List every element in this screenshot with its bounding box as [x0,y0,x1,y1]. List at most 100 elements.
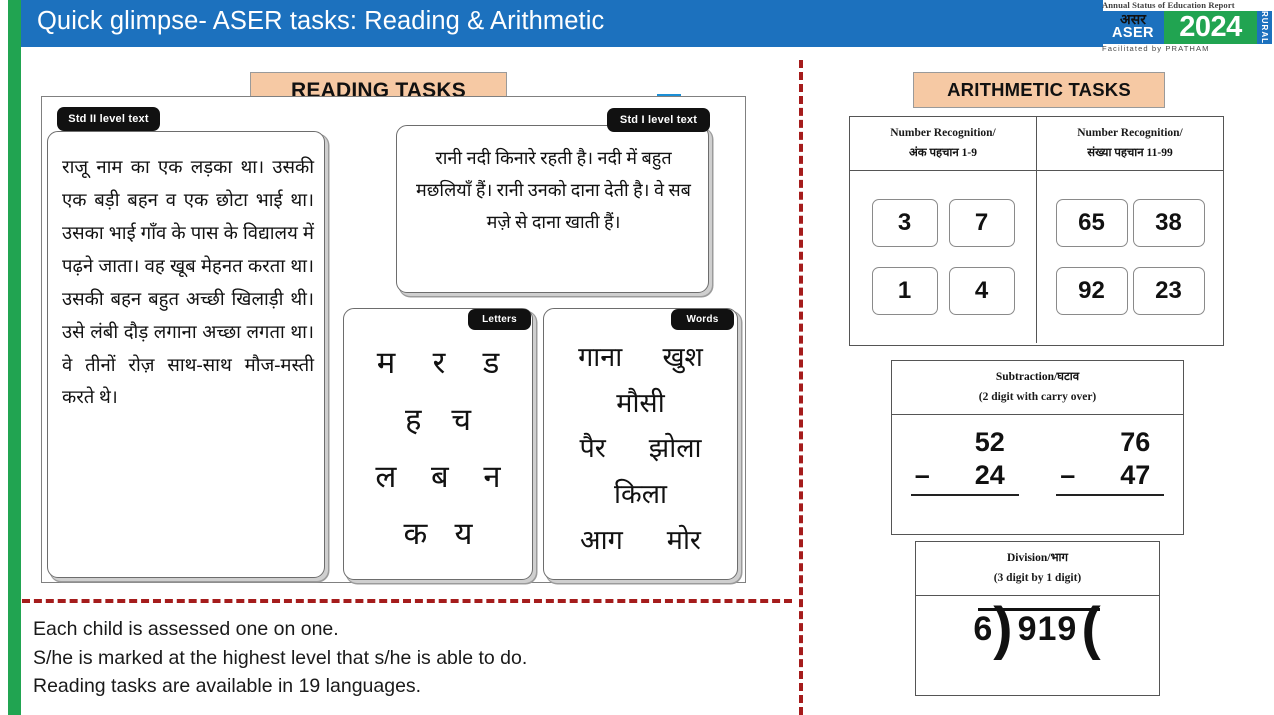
note-line: S/he is marked at the highest level that… [33,646,528,669]
std1-level-tag: Std I level text [607,108,710,132]
minus-operator-icon: – [1060,460,1076,491]
letters-card[interactable]: मरड हच लबन कय [343,308,533,580]
numrec-right-header: Number Recognition/ संख्या पहचान 11-99 [1036,117,1223,171]
letters-tag: Letters [468,309,531,330]
std2-passage: राजू नाम का एक लड़का था। उसकी एक बड़ी बह… [62,158,314,409]
glyph-cell[interactable]: आग [580,520,623,557]
numrec-right-cells: 65 38 92 23 [1036,171,1223,344]
glyph-cell[interactable]: मौसी [616,383,664,420]
glyph-row: आग मोर [544,520,737,557]
glyph-cell[interactable]: क [404,512,428,554]
division-dividend: 919 [1017,610,1078,649]
subtraction-problem[interactable]: 52 – 24 [910,427,1019,497]
glyph-cell[interactable]: र [433,341,446,383]
glyph-cell[interactable]: खुश [662,337,702,374]
glyph-cell[interactable]: न [483,455,500,497]
std2-level-tag: Std II level text [57,107,160,131]
glyph-cell[interactable]: पैर [579,428,605,465]
number-card[interactable]: 65 [1055,199,1128,248]
slide-canvas: Quick glimpse- ASER tasks: Reading & Ari… [0,0,1274,715]
numrec-left-header: Number Recognition/ अंक पहचान 1-9 [850,117,1036,170]
glyph-cell[interactable]: ड [483,341,500,383]
glyph-row: पैर झोला [544,428,737,465]
division-table: Division/भाग (3 digit by 1 digit) 6 ) 91… [915,541,1160,696]
glyph-row: कय [344,512,532,554]
number-recognition-body: 3714 65 38 92 23 [850,171,1223,344]
glyph-cell[interactable]: च [451,398,471,440]
words-grid: गाना खुश मौसी पैर झोला किला आग मोर [544,333,737,561]
letters-grid: मरड हच लबन कय [344,333,532,561]
division-header-line2: (3 digit by 1 digit) [993,572,1082,585]
number-card[interactable]: 7 [948,199,1015,248]
aser-logo: Annual Status of Education Report असर AS… [1100,0,1272,54]
division-header-row: Division/भाग (3 digit by 1 digit) [916,542,1159,597]
division-problem: 6 ) 919 ( [916,596,1159,688]
page-title: Quick glimpse- ASER tasks: Reading & Ari… [37,7,605,35]
division-expression: 6 ) 919 ( [916,596,1159,662]
subtraction-problems: 52 – 24 76 – 47 [892,415,1183,497]
glyph-row: गाना खुश [544,337,737,374]
numrec-left-cells: 3714 [850,171,1036,343]
logo-wordmark: असर ASER 2024 RURAL [1102,11,1272,44]
vertical-dashed-divider [799,60,803,715]
glyph-cell[interactable]: य [454,512,472,554]
division-divisor: 6 [973,610,994,649]
logo-name-block: असर ASER [1102,11,1164,44]
numrec-left-header-en: Number Recognition/ [890,127,996,139]
logo-aser-text: ASER [1112,25,1154,42]
number-card[interactable]: 4 [948,267,1015,316]
note-line: Reading tasks are available in 19 langua… [33,675,422,698]
std1-text-card[interactable]: रानी नदी किनारे रहती है। नदी में बहुत मछ… [396,125,709,293]
number-card[interactable]: 3 [871,199,938,248]
logo-year: 2024 [1164,11,1257,44]
glyph-row: हच [344,398,532,440]
std2-text-card[interactable]: राजू नाम का एक लड़का था। उसकी एक बड़ी बह… [47,131,325,578]
minuend: 76 [1120,427,1151,458]
division-header: Division/भाग (3 digit by 1 digit) [916,542,1159,595]
division-right-paren-icon: ( [1081,596,1102,662]
arithmetic-tasks-banner: ARITHMETIC TASKS [913,72,1165,108]
logo-rural-text: RURAL [1260,11,1269,44]
subtrahend-row: – 47 [1056,458,1165,497]
minuend: 52 [974,427,1005,458]
number-card[interactable]: 92 [1055,267,1128,316]
subtraction-table: Subtraction/घटाव (2 digit with carry ove… [891,360,1184,535]
horizontal-dashed-divider [22,599,792,603]
glyph-cell[interactable]: ल [375,455,396,497]
glyph-cell[interactable]: झोला [649,428,702,465]
logo-tagline: Annual Status of Education Report [1102,0,1235,10]
number-recognition-header-row: Number Recognition/ अंक पहचान 1-9 Number… [850,117,1223,172]
glyph-cell[interactable]: ब [431,455,449,497]
glyph-cell[interactable]: ह [405,398,421,440]
division-header-line1: Division/भाग [1007,552,1068,564]
number-card[interactable]: 1 [871,267,938,316]
glyph-row: मौसी [544,383,737,420]
numrec-right-header-hi: संख्या पहचान 11-99 [1087,147,1173,160]
glyph-row: मरड [344,341,532,383]
glyph-cell[interactable]: गाना [578,337,622,374]
glyph-cell[interactable]: म [377,341,396,383]
subtrahend: 47 [1120,460,1151,491]
words-card[interactable]: गाना खुश मौसी पैर झोला किला आग मोर [543,308,738,580]
numrec-row: 92 23 [1053,267,1207,316]
number-recognition-table: Number Recognition/ अंक पहचान 1-9 Number… [849,116,1224,346]
subtrahend-row: – 24 [910,458,1019,497]
logo-rural-tab: RURAL [1257,11,1272,44]
numrec-row: 37 [866,199,1020,248]
words-tag: Words [671,309,734,330]
subtraction-header-line1: Subtraction/घटाव [995,371,1080,383]
subtrahend: 24 [974,460,1005,491]
number-card[interactable]: 23 [1132,267,1205,316]
numrec-row: 14 [866,267,1020,316]
numrec-right-header-en: Number Recognition/ [1077,127,1183,139]
std1-passage: रानी नदी किनारे रहती है। नदी में बहुत मछ… [416,148,691,233]
minus-operator-icon: – [914,460,930,491]
subtraction-problem[interactable]: 76 – 47 [1056,427,1165,497]
subtraction-header: Subtraction/घटाव (2 digit with carry ove… [892,361,1183,414]
glyph-cell[interactable]: मोर [667,520,701,557]
division-left-paren-icon: ) [993,596,1014,662]
glyph-row: लबन [344,455,532,497]
glyph-cell[interactable]: किला [614,474,667,511]
number-card[interactable]: 38 [1132,199,1205,248]
numrec-row: 65 38 [1053,199,1207,248]
